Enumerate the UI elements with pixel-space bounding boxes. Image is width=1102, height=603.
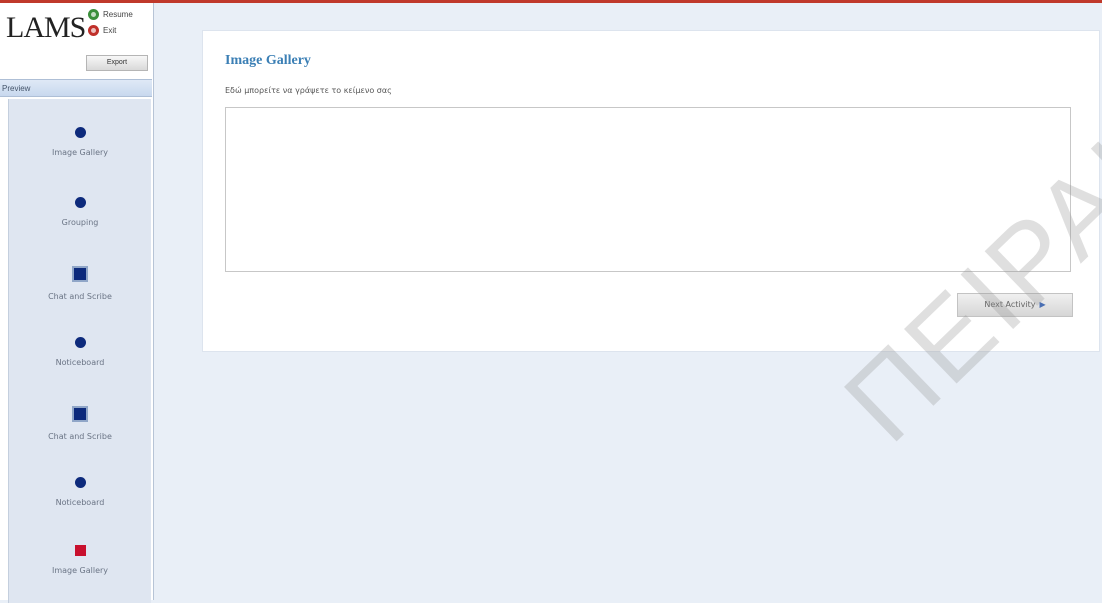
activity-label: Chat and Scribe: [48, 432, 112, 441]
sidebar-item-noticeboard-2[interactable]: Noticeboard: [9, 477, 151, 507]
current-activity-icon: [74, 545, 86, 556]
top-border: [0, 0, 1102, 3]
resume-icon: [88, 9, 99, 20]
sidebar-item-noticeboard[interactable]: Noticeboard: [9, 337, 151, 367]
next-activity-label: Next Activity: [984, 300, 1036, 309]
sidebar-item-image-gallery-current[interactable]: Image Gallery: [9, 545, 151, 575]
app-logo: LAMS: [6, 11, 86, 44]
activity-square-icon: [72, 406, 88, 422]
sidebar-item-chat-and-scribe[interactable]: Chat and Scribe: [9, 266, 151, 301]
text-input-area[interactable]: [225, 107, 1071, 272]
page-title: Image Gallery: [225, 53, 311, 68]
activity-panel: Image Gallery Εδώ μπορείτε να γράψετε το…: [202, 30, 1100, 352]
activity-circle-icon: [74, 197, 86, 208]
arrow-right-icon: ▶: [1039, 300, 1046, 309]
activity-label: Image Gallery: [51, 148, 109, 157]
activity-list: Image Gallery Grouping Chat and Scribe N…: [8, 99, 151, 603]
activity-label: Image Gallery: [51, 566, 109, 575]
activity-circle-icon: [74, 127, 86, 138]
exit-icon: [88, 25, 99, 36]
activity-label: Noticeboard: [55, 358, 105, 367]
activity-circle-icon: [74, 337, 86, 348]
exit-label: Exit: [103, 26, 117, 35]
sidebar-item-chat-and-scribe-2[interactable]: Chat and Scribe: [9, 406, 151, 441]
activity-square-icon: [72, 266, 88, 282]
activity-label: Grouping: [61, 218, 99, 227]
next-activity-button[interactable]: Next Activity ▶: [957, 293, 1073, 317]
resume-button[interactable]: Resume: [88, 9, 133, 20]
sidebar: LAMS Resume Exit Export Preview Image Ga…: [0, 3, 154, 603]
exit-button[interactable]: Exit: [88, 25, 116, 36]
instruction-text: Εδώ μπορείτε να γράψετε το κείμενο σας: [225, 86, 392, 95]
activity-circle-icon: [74, 477, 86, 488]
activity-label: Chat and Scribe: [48, 292, 112, 301]
export-button[interactable]: Export: [86, 55, 148, 71]
resume-label: Resume: [103, 10, 133, 19]
sidebar-item-image-gallery[interactable]: Image Gallery: [9, 127, 151, 157]
sidebar-header: Preview: [0, 79, 152, 97]
sidebar-item-grouping[interactable]: Grouping: [9, 197, 151, 227]
activity-label: Noticeboard: [55, 498, 105, 507]
